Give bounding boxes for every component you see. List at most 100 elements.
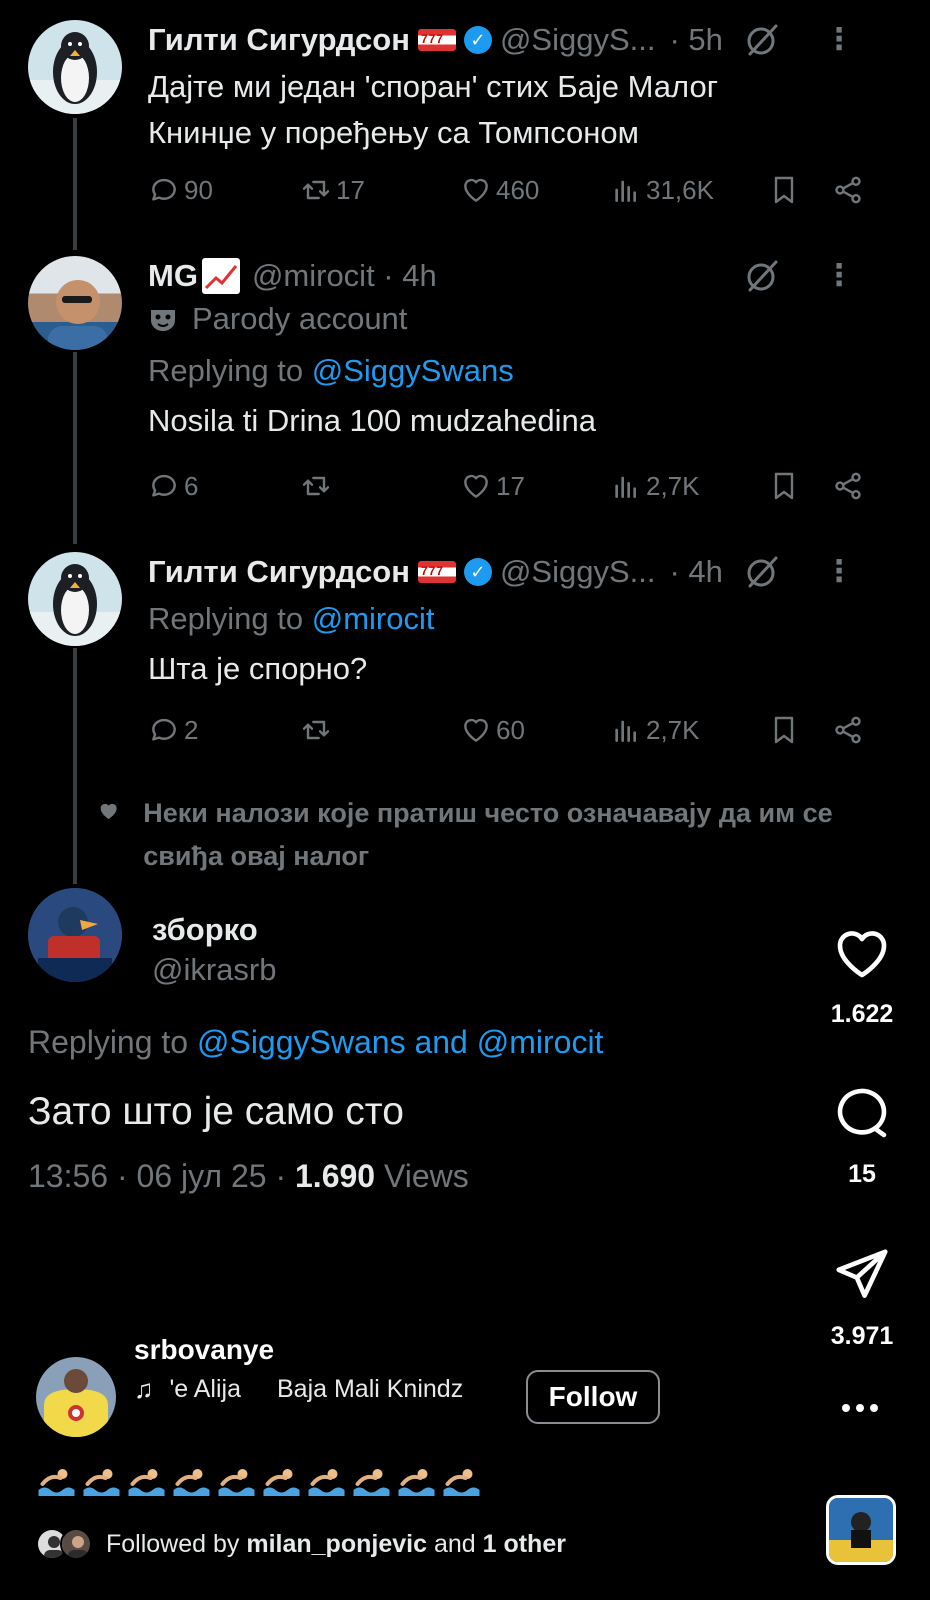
tweet-header: Гилти Сигурдсон ✓ @SiggyS... · 4h: [148, 552, 900, 592]
like-count: 17: [496, 470, 525, 501]
share-icon: [832, 714, 864, 746]
author-name[interactable]: зборко: [152, 912, 258, 948]
mention-link[interactable]: @mirocit: [312, 601, 435, 636]
grok-icon[interactable]: [742, 552, 782, 592]
views-button[interactable]: 31,6K: [610, 170, 714, 210]
reply-icon: [148, 174, 180, 206]
cartoon-avatar-icon: [28, 888, 122, 982]
author-handle[interactable]: @mirocit · 4h: [252, 258, 437, 294]
reply-button[interactable]: 90: [148, 170, 213, 210]
more-icon[interactable]: ⋮: [824, 22, 854, 58]
followed-rest[interactable]: 1 other: [483, 1530, 566, 1559]
reel-comment-count: 15: [848, 1160, 876, 1188]
author-handle[interactable]: @SiggyS...: [500, 22, 656, 58]
repost-button[interactable]: 17: [300, 170, 365, 210]
like-icon: [460, 174, 492, 206]
reel-like-count: 1.622: [830, 1000, 894, 1028]
reel-like-button[interactable]: 1.622: [820, 922, 904, 1029]
more-icon[interactable]: ⋮: [824, 554, 854, 590]
followed-by[interactable]: Followed by milan_ponjevic and 1 other: [36, 1528, 566, 1560]
bookmark-button[interactable]: [768, 710, 804, 750]
heart-icon: [100, 803, 117, 819]
penguin-avatar-icon: [28, 552, 122, 646]
repost-button[interactable]: [300, 466, 336, 506]
repost-icon: [300, 714, 332, 746]
views-count: 31,6K: [646, 174, 714, 205]
swimmer-emoji-icon: [263, 1469, 300, 1496]
followed-user[interactable]: milan_ponjevic: [246, 1530, 427, 1559]
hoodie-avatar-icon: [36, 1357, 116, 1437]
reel-avatar[interactable]: [36, 1357, 116, 1437]
repost-count: 17: [336, 174, 365, 205]
author-handle[interactable]: @SiggyS...: [500, 554, 656, 590]
mask-icon: [151, 310, 175, 331]
like-button[interactable]: 60: [460, 710, 525, 750]
follow-button[interactable]: Follow: [526, 1370, 660, 1424]
avatar[interactable]: [28, 552, 122, 646]
person-avatar-icon: [48, 280, 108, 350]
avatar[interactable]: [28, 256, 122, 350]
bookmark-icon: [768, 714, 800, 746]
avatar[interactable]: [28, 20, 122, 114]
like-button[interactable]: 460: [460, 170, 539, 210]
more-icon[interactable]: ⋮: [824, 258, 854, 294]
bookmark-button[interactable]: [768, 466, 804, 506]
share-button[interactable]: [832, 170, 868, 210]
chart-emoji-icon: [201, 258, 240, 294]
reply-button[interactable]: 6: [148, 466, 198, 506]
grok-icon[interactable]: [742, 20, 782, 60]
album-art-icon: [829, 1498, 893, 1562]
mention-link[interactable]: @SiggySwans: [312, 353, 514, 388]
reel-username[interactable]: srbovanye: [134, 1334, 274, 1366]
social-context-note: Неки налози које пратиш често означавају…: [98, 792, 898, 878]
reply-button[interactable]: 2: [148, 710, 198, 750]
avatar[interactable]: [28, 888, 122, 982]
reply-icon: [148, 714, 180, 746]
author-name[interactable]: MG: [148, 258, 198, 294]
share-button[interactable]: [832, 466, 868, 506]
tweet-text: Зато што је само сто: [28, 1090, 404, 1133]
thread-line: [73, 352, 77, 544]
like-icon: [460, 470, 492, 502]
author-name[interactable]: Гилти Сигурдсон: [148, 554, 410, 590]
author-handle[interactable]: @ikrasrb: [152, 952, 276, 988]
slot-machine-icon: [417, 561, 456, 583]
reel-share-count: 3.971: [830, 1322, 894, 1350]
bookmark-icon: [768, 470, 800, 502]
swimmer-emoji-icon: [398, 1469, 435, 1496]
mention-link[interactable]: @SiggySwans and @mirocit: [197, 1024, 603, 1060]
slot-machine-icon: [417, 29, 456, 51]
followed-and: and: [433, 1529, 476, 1558]
grok-icon[interactable]: [742, 256, 782, 296]
replying-to: Replying to @mirocit: [148, 596, 900, 642]
reel-caption: [36, 1460, 482, 1498]
swimmer-emoji-icon: [173, 1469, 210, 1496]
reel-comment-button[interactable]: 15: [820, 1082, 904, 1189]
parody-label: Parody account: [148, 296, 900, 342]
views-count: 2,7K: [646, 714, 700, 745]
bookmark-icon: [768, 174, 800, 206]
share-button[interactable]: [832, 710, 868, 750]
views-button[interactable]: 2,7K: [610, 466, 700, 506]
like-icon: [460, 714, 492, 746]
bookmark-button[interactable]: [768, 170, 804, 210]
more-horizontal-icon[interactable]: [842, 1404, 878, 1414]
send-icon: [836, 1249, 888, 1298]
repost-button[interactable]: [300, 710, 336, 750]
music-note-icon: ♫: [134, 1374, 154, 1404]
tweet-actions: 90 17 460 31,6K: [148, 170, 908, 210]
swimmer-emoji-icon: [308, 1469, 345, 1496]
swimmer-emoji-icon: [218, 1469, 255, 1496]
thread-line: [73, 118, 77, 250]
like-button[interactable]: 17: [460, 466, 525, 506]
social-context-text: Неки налози које пратиш често означавају…: [143, 798, 833, 871]
author-name[interactable]: Гилти Сигурдсон: [148, 22, 410, 58]
reel-music[interactable]: ♫ 'e Alija Baja Mali Knindz: [134, 1374, 494, 1405]
reel-share-button[interactable]: 3.971: [820, 1244, 904, 1351]
follower-avatar: [60, 1528, 92, 1560]
audio-thumbnail[interactable]: [826, 1495, 896, 1565]
parody-text: Parody account: [192, 301, 408, 336]
views-button[interactable]: 2,7K: [610, 710, 700, 750]
reply-count: 2: [184, 714, 199, 745]
repost-icon: [300, 174, 332, 206]
